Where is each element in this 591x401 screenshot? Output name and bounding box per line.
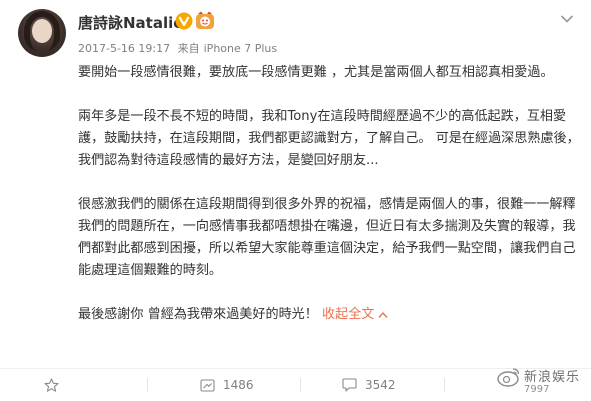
comment-button[interactable]: 3542 — [342, 369, 396, 401]
repost-count: 1486 — [223, 378, 254, 392]
post-paragraph-1: 要開始一段感情很難，要放底一段感情更難 ，尤其是當兩個人都互相認真相愛過。 — [78, 65, 554, 80]
action-separator — [300, 378, 301, 392]
post-meta: 2017-5-16 19:17 来自 iPhone 7 Plus — [78, 40, 281, 56]
post-body: 要開始一段感情很難，要放底一段感情更難 ，尤其是當兩個人都互相認真相愛過。 兩年… — [78, 62, 582, 326]
watermark-text: 新浪娱乐 — [524, 370, 581, 385]
post-paragraph-2: 兩年多是一段不長不短的時間，我和Tony在這段時間經歷過不少的高低起跌，互相愛護… — [78, 109, 580, 168]
star-icon — [44, 377, 59, 392]
member-badge-icon[interactable] — [195, 11, 215, 31]
repost-icon — [200, 378, 215, 392]
avatar[interactable] — [18, 9, 66, 57]
favorite-button[interactable] — [44, 369, 67, 401]
post-closing-line: 最後感謝你 曾經為我帶來過美好的時光！ 收起全文 — [78, 304, 582, 326]
comment-count: 3542 — [365, 378, 396, 392]
repost-button[interactable]: 1486 — [200, 369, 254, 401]
post-date[interactable]: 2017-5-16 19:17 — [78, 42, 170, 55]
post-source-prefix: 来自 — [177, 42, 200, 55]
post-closing: 最後感謝你 曾經為我帶來過美好的時光！ — [78, 307, 318, 322]
sina-ent-watermark: 新浪娱乐 7997 — [496, 362, 591, 401]
chevron-down-icon[interactable] — [560, 14, 574, 24]
action-separator — [147, 378, 148, 392]
weibo-post-card: 唐詩詠Natalie 2017-5-16 19:17 来自 iPhone 7 Pl… — [0, 0, 591, 401]
author-name[interactable]: 唐詩詠Natalie — [78, 12, 183, 33]
post-source: iPhone 7 Plus — [203, 42, 278, 55]
sina-eye-logo-icon — [497, 368, 520, 387]
comment-icon — [342, 378, 357, 392]
collapse-full-text-link[interactable]: 收起全文 — [322, 307, 388, 322]
chevron-up-icon — [378, 311, 388, 318]
post-paragraph-3: 很感激我們的關係在這段期間得到很多外界的祝福，感情是兩個人的事，很難一一解釋我們… — [78, 197, 576, 278]
action-separator — [444, 378, 445, 392]
avatar-face — [32, 19, 52, 43]
watermark-subtext: 7997 — [524, 384, 550, 395]
verified-v-icon — [175, 12, 193, 30]
collapse-label: 收起全文 — [322, 307, 375, 322]
